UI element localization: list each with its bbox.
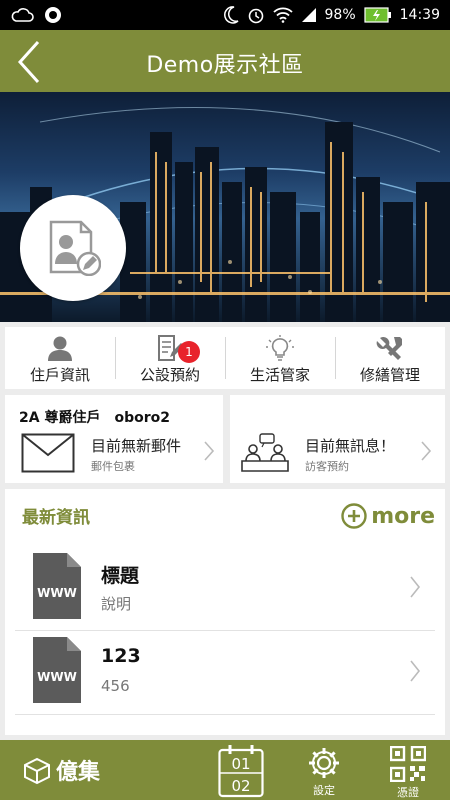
gear-icon: [309, 748, 339, 778]
battery-percent: 98%: [324, 7, 356, 23]
more-label: more: [371, 503, 435, 529]
mail-card[interactable]: 2A 尊爵住戶 oboro2 目前無新郵件 郵件包裹: [5, 395, 223, 483]
qr-code-icon: [390, 746, 426, 782]
nav-label: 修繕管理: [359, 366, 420, 384]
chevron-right-icon: [204, 441, 215, 461]
mail-status: 目前無新郵件: [91, 437, 182, 455]
nav-label: 公設預約: [139, 366, 200, 384]
settings-label: 設定: [313, 784, 335, 797]
signal-icon: [301, 8, 316, 22]
mail-icon: [21, 433, 75, 473]
visitor-status: 目前無訊息！: [305, 437, 396, 455]
qr-label: 憑證: [397, 786, 419, 799]
news-item-title: 123: [101, 645, 141, 667]
news-item[interactable]: WWW 標題 說明: [15, 547, 435, 631]
svg-text:WWW: WWW: [37, 586, 77, 600]
chevron-right-icon: [410, 576, 421, 598]
nav-repair-management[interactable]: 修繕管理: [335, 327, 445, 389]
chevron-right-icon: [410, 660, 421, 682]
news-item[interactable]: WWW 123 456: [15, 631, 435, 715]
reception-desk-icon: [241, 433, 289, 472]
lightbulb-icon: [266, 335, 294, 361]
svg-text:02: 02: [231, 777, 250, 795]
clock: 14:39: [399, 7, 440, 23]
battery-charging-icon: [364, 7, 391, 23]
cloud-icon: [11, 8, 34, 22]
news-panel: 最新資訊 more WWW 標題 說明 WWW 123 456: [5, 489, 445, 735]
plus-circle-icon: [341, 503, 367, 529]
nav-label: 生活管家: [249, 366, 310, 384]
more-button[interactable]: more: [341, 503, 435, 529]
news-item-desc: 456: [101, 677, 130, 695]
feature-nav: 住戶資訊 1 公設預約 生活管家 修繕管理: [5, 327, 445, 389]
profile-edit-icon: [49, 220, 101, 276]
box-logo-icon: [24, 757, 50, 785]
nav-label: 住戶資訊: [29, 366, 90, 384]
news-header: 最新資訊: [22, 508, 90, 528]
visitor-card[interactable]: 目前無訊息！ 訪客預約: [230, 395, 445, 483]
nav-facility-booking[interactable]: 1 公設預約: [115, 327, 225, 389]
avatar[interactable]: [20, 195, 126, 301]
mail-sub-label: 郵件包裹: [91, 460, 135, 473]
nav-resident-info[interactable]: 住戶資訊: [5, 327, 115, 389]
qr-credential-button[interactable]: 憑證: [386, 746, 430, 800]
chevron-right-icon: [421, 441, 432, 461]
news-item-title: 標題: [101, 565, 140, 587]
status-bar: 98% 14:39: [0, 0, 450, 30]
news-item-desc: 說明: [101, 595, 132, 613]
calendar-icon[interactable]: 01 02: [218, 744, 264, 798]
moon-icon: [223, 6, 239, 24]
svg-text:01: 01: [231, 755, 250, 773]
wifi-icon: [272, 7, 293, 23]
web-document-icon: WWW: [33, 553, 81, 619]
tools-icon: [376, 336, 402, 360]
svg-text:WWW: WWW: [37, 670, 77, 684]
app-bar: Demo展示社區: [0, 30, 450, 92]
notification-badge: 1: [178, 341, 200, 363]
page-title: Demo展示社區: [146, 53, 304, 78]
record-icon: [45, 7, 61, 23]
brand-name: 億集: [56, 760, 101, 785]
nav-life-butler[interactable]: 生活管家: [225, 327, 335, 389]
brand-logo: 億集: [22, 754, 100, 786]
visitor-sub-label: 訪客預約: [305, 460, 349, 473]
settings-button[interactable]: 設定: [302, 746, 346, 798]
person-icon: [48, 336, 72, 361]
resident-unit-label: 2A 尊爵住戶 oboro2: [19, 410, 170, 426]
alarm-icon: [248, 8, 263, 24]
bottom-bar: 億集 01 02 設定 憑證: [0, 740, 450, 800]
web-document-icon: WWW: [33, 637, 81, 703]
